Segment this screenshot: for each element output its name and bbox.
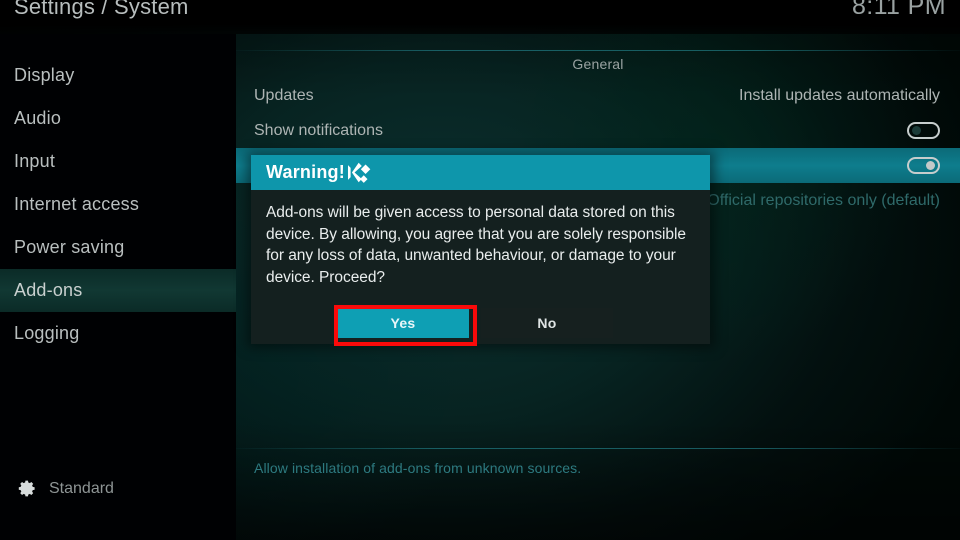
toggle-knob (926, 161, 935, 170)
setting-label: Show notifications (254, 121, 383, 139)
toggle-knob (912, 126, 921, 135)
yes-button[interactable]: Yes (337, 308, 469, 338)
kodi-logo-icon (345, 161, 372, 184)
warning-dialog: Warning! Add-ons will be given access to… (251, 155, 710, 344)
no-button-label: No (537, 315, 557, 331)
sidebar-item-label: Internet access (14, 194, 140, 214)
divider-bottom (236, 448, 960, 449)
window-header: Settings / System 8:11 PM (0, 0, 960, 34)
sidebar-item-label: Audio (14, 108, 62, 128)
dialog-message: Add-ons will be given access to personal… (266, 204, 686, 286)
dialog-title: Warning! (266, 162, 345, 182)
setting-value: Install updates automatically (739, 86, 940, 104)
sidebar: Display Audio Input Internet access Powe… (0, 34, 236, 540)
sidebar-category-list: Display Audio Input Internet access Powe… (0, 54, 236, 355)
setting-help-text: Allow installation of add-ons from unkno… (254, 460, 582, 476)
sidebar-item-label: Display (14, 65, 75, 85)
divider-top (236, 50, 960, 51)
sidebar-item-add-ons[interactable]: Add-ons (0, 269, 236, 312)
sidebar-item-label: Add-ons (14, 280, 83, 300)
sidebar-item-logging[interactable]: Logging (0, 312, 236, 355)
kodi-settings-screen: Display Audio Input Internet access Powe… (0, 0, 960, 540)
yes-button-label: Yes (390, 315, 416, 331)
sidebar-item-power-saving[interactable]: Power saving (0, 226, 236, 269)
sidebar-item-internet-access[interactable]: Internet access (0, 183, 236, 226)
sidebar-item-label: Power saving (14, 237, 125, 257)
dialog-button-row: Yes No (251, 308, 710, 338)
settings-level-selector[interactable]: Standard (18, 479, 114, 498)
gear-icon (18, 479, 37, 498)
sidebar-item-display[interactable]: Display (0, 54, 236, 97)
clock: 8:11 PM (851, 0, 946, 20)
sidebar-item-label: Input (14, 151, 56, 171)
setting-row-updates[interactable]: Updates Install updates automatically (236, 78, 960, 113)
dialog-header: Warning! (251, 155, 710, 190)
setting-label: Updates (254, 86, 314, 104)
sidebar-item-label: Logging (14, 323, 80, 343)
unknown-sources-toggle[interactable] (907, 157, 940, 174)
setting-value: Official repositories only (default) (707, 191, 940, 209)
setting-row-show-notifications[interactable]: Show notifications (236, 113, 960, 148)
sidebar-item-audio[interactable]: Audio (0, 97, 236, 140)
settings-group-title: General (572, 56, 624, 72)
breadcrumb: Settings / System (14, 0, 189, 19)
no-button[interactable]: No (481, 308, 613, 338)
dialog-body: Add-ons will be given access to personal… (251, 190, 710, 288)
show-notifications-toggle[interactable] (907, 122, 940, 139)
settings-level-label: Standard (49, 479, 114, 497)
sidebar-item-input[interactable]: Input (0, 140, 236, 183)
